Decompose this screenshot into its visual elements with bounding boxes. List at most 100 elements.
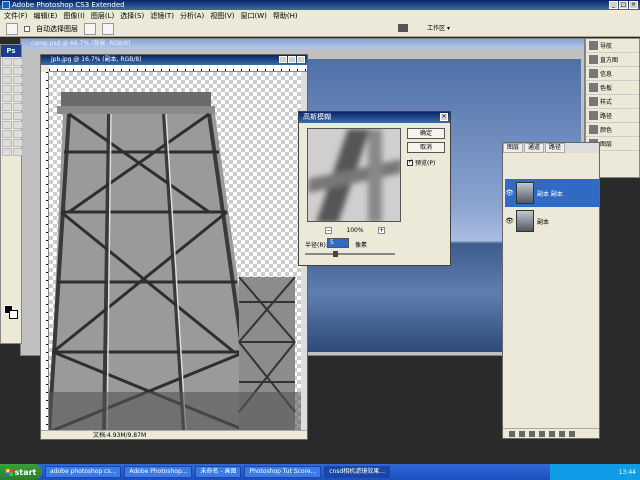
blurred-preview-image	[308, 129, 400, 221]
zoom-tool-icon[interactable]	[13, 148, 23, 156]
start-button[interactable]: start	[0, 464, 42, 480]
crop-tool-icon[interactable]	[2, 76, 12, 84]
maximize-button[interactable]: □	[619, 1, 628, 9]
path-selection-tool-icon[interactable]	[2, 130, 12, 138]
distribute-icon[interactable]	[102, 22, 114, 35]
dialog-ok-button[interactable]: 确定	[407, 128, 445, 139]
zoom-controls: − 100% +	[325, 226, 385, 234]
link-icon[interactable]	[509, 430, 515, 437]
dock-info[interactable]: 信息	[586, 67, 639, 81]
menu-layer[interactable]: 图层(L)	[91, 11, 114, 21]
radius-input[interactable]: 5	[327, 238, 349, 248]
dock-styles[interactable]: 样式	[586, 95, 639, 109]
magic-wand-tool-icon[interactable]	[13, 67, 23, 75]
blur-tool-icon[interactable]	[2, 112, 12, 120]
task-button-active[interactable]: cnsd相机滤镜效果...	[324, 466, 391, 478]
dialog-cancel-button[interactable]: 取消	[407, 142, 445, 153]
taskbar: start adobe photoshop cs... Adobe Photos…	[0, 464, 640, 480]
zoom-level: 100%	[346, 226, 364, 234]
mask-icon[interactable]	[529, 430, 535, 437]
background-color-swatch[interactable]	[9, 310, 18, 319]
menu-analysis[interactable]: 分析(A)	[180, 11, 204, 21]
dodge-tool-icon[interactable]	[13, 112, 23, 120]
auto-select-checkbox[interactable]	[24, 25, 30, 32]
doc-minimize-button[interactable]	[279, 56, 287, 63]
swatches-icon	[589, 83, 598, 92]
minimize-button[interactable]: _	[609, 1, 618, 9]
shape-tool-icon[interactable]	[13, 130, 23, 138]
window-title: Adobe Photoshop CS3 Extended	[12, 1, 125, 9]
dock-navigator[interactable]: 导航	[586, 39, 639, 53]
pen-tool-icon[interactable]	[2, 121, 12, 129]
radius-slider-track[interactable]	[305, 253, 395, 255]
dock-paths[interactable]: 路径	[586, 109, 639, 123]
layer-name: 副本	[537, 218, 550, 226]
menu-select[interactable]: 选择(S)	[120, 11, 144, 21]
color-icon	[589, 125, 598, 134]
tab-paths[interactable]: 路径	[545, 143, 566, 153]
menu-edit[interactable]: 编辑(E)	[34, 11, 58, 21]
layer-row-copy[interactable]: 👁 副本	[505, 207, 599, 235]
styles-icon	[589, 97, 598, 106]
menu-image[interactable]: 图像(I)	[63, 11, 85, 21]
visibility-eye-icon[interactable]: 👁	[505, 189, 514, 197]
adjustment-icon[interactable]	[539, 430, 545, 437]
title-bar: Adobe Photoshop CS3 Extended _ □ ×	[0, 0, 640, 10]
task-button[interactable]: adobe photoshop cs...	[45, 466, 122, 478]
eraser-tool-icon[interactable]	[2, 103, 12, 111]
menu-view[interactable]: 视图(V)	[210, 11, 234, 21]
dock-color[interactable]: 颜色	[586, 123, 639, 137]
vertical-ruler[interactable]	[41, 72, 49, 432]
task-button[interactable]: 未命名 - 画图	[195, 466, 242, 478]
gradient-tool-icon[interactable]	[13, 103, 23, 111]
horizontal-ruler[interactable]	[49, 65, 307, 72]
tab-layers[interactable]: 图层	[503, 143, 524, 153]
tab-channels[interactable]: 通道	[524, 143, 545, 153]
menu-file[interactable]: 文件(F)	[4, 11, 28, 21]
clock[interactable]: 13:44	[619, 469, 636, 476]
healing-brush-tool-icon[interactable]	[2, 85, 12, 93]
task-button[interactable]: Adobe Photoshop...	[124, 466, 193, 478]
trash-icon[interactable]	[569, 430, 575, 437]
dialog-close-icon[interactable]: ×	[440, 113, 448, 121]
move-tool-preset-icon[interactable]	[6, 22, 18, 35]
notes-tool-icon[interactable]	[2, 139, 12, 147]
blur-preview[interactable]	[307, 128, 401, 222]
preview-checkbox[interactable]: 预览(P)	[407, 158, 435, 167]
doc-close-button[interactable]	[297, 56, 305, 63]
dock-histogram[interactable]: 直方图	[586, 53, 639, 67]
task-button[interactable]: Photoshop Tut Score...	[244, 466, 322, 478]
main-document-titlebar: jpb.jpg @ 16.7% (副本, RGB/8)	[41, 55, 307, 65]
hand-tool-icon[interactable]	[2, 148, 12, 156]
move-tool-icon[interactable]	[2, 58, 12, 66]
doc-maximize-button[interactable]	[288, 56, 296, 63]
history-brush-tool-icon[interactable]	[13, 94, 23, 102]
layer-name: 副本 副本	[537, 190, 563, 198]
folder-icon[interactable]	[549, 430, 555, 437]
layer-row-copy-copy[interactable]: 👁 副本 副本	[505, 179, 599, 207]
type-tool-icon[interactable]	[13, 121, 23, 129]
menu-help[interactable]: 帮助(H)	[273, 11, 298, 21]
visibility-eye-icon[interactable]: 👁	[505, 217, 514, 225]
slice-tool-icon[interactable]	[13, 76, 23, 84]
image-canvas[interactable]	[49, 72, 301, 432]
main-document-window[interactable]: jpb.jpg @ 16.7% (副本, RGB/8) 文档:4.93M/9.8…	[40, 54, 308, 440]
lasso-tool-icon[interactable]	[2, 67, 12, 75]
close-button[interactable]: ×	[629, 1, 638, 9]
fx-icon[interactable]	[519, 430, 525, 437]
workspace-button[interactable]: 工作区 ▾	[427, 23, 450, 32]
brush-tool-icon[interactable]	[13, 85, 23, 93]
radius-slider-thumb[interactable]	[333, 251, 338, 257]
menu-window[interactable]: 窗口(W)	[240, 11, 266, 21]
marquee-tool-icon[interactable]	[13, 58, 23, 66]
bridge-icon[interactable]	[398, 24, 408, 32]
new-layer-icon[interactable]	[559, 430, 565, 437]
dock-swatches[interactable]: 色板	[586, 81, 639, 95]
align-icon[interactable]	[84, 22, 96, 35]
zoom-out-button[interactable]: −	[325, 226, 332, 234]
eyedropper-tool-icon[interactable]	[13, 139, 23, 147]
zoom-in-button[interactable]: +	[378, 226, 385, 234]
clone-stamp-tool-icon[interactable]	[2, 94, 12, 102]
menu-filter[interactable]: 滤镜(T)	[150, 11, 174, 21]
radius-label: 半径(R):	[305, 242, 328, 249]
